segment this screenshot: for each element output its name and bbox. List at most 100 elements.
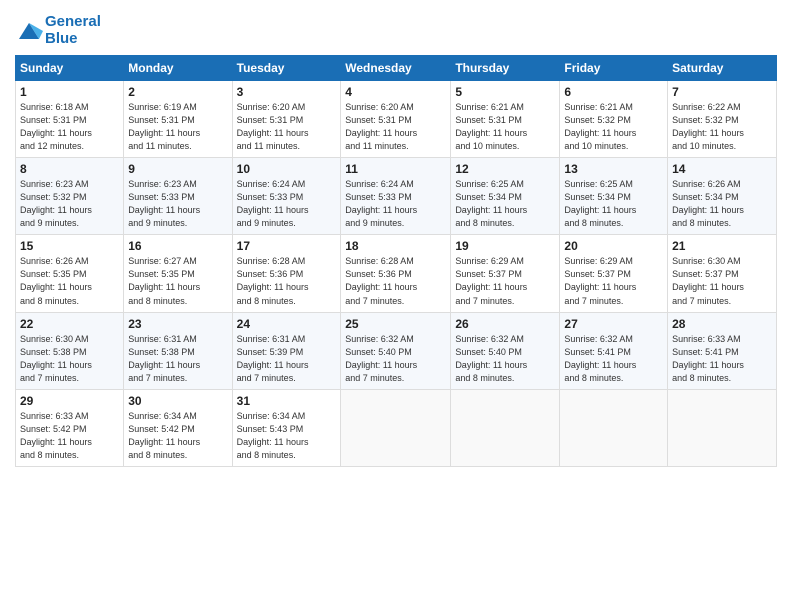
day-info: Sunrise: 6:25 AMSunset: 5:34 PMDaylight:… — [564, 178, 663, 230]
week-row-4: 22 Sunrise: 6:30 AMSunset: 5:38 PMDayligh… — [16, 312, 777, 389]
day-info: Sunrise: 6:29 AMSunset: 5:37 PMDaylight:… — [564, 255, 663, 307]
calendar-body: 1 Sunrise: 6:18 AMSunset: 5:31 PMDaylight… — [16, 81, 777, 467]
day-info: Sunrise: 6:34 AMSunset: 5:43 PMDaylight:… — [237, 410, 337, 462]
day-info: Sunrise: 6:26 AMSunset: 5:34 PMDaylight:… — [672, 178, 772, 230]
day-info: Sunrise: 6:32 AMSunset: 5:41 PMDaylight:… — [564, 333, 663, 385]
day-info: Sunrise: 6:25 AMSunset: 5:34 PMDaylight:… — [455, 178, 555, 230]
day-cell: 13 Sunrise: 6:25 AMSunset: 5:34 PMDayligh… — [560, 158, 668, 235]
day-cell: 15 Sunrise: 6:26 AMSunset: 5:35 PMDayligh… — [16, 235, 124, 312]
day-info: Sunrise: 6:23 AMSunset: 5:32 PMDaylight:… — [20, 178, 119, 230]
day-info: Sunrise: 6:24 AMSunset: 5:33 PMDaylight:… — [237, 178, 337, 230]
day-cell: 21Sunrise: 6:30 AMSunset: 5:37 PMDayligh… — [668, 235, 777, 312]
day-number: 4 — [345, 85, 446, 99]
logo: General Blue — [15, 14, 101, 47]
day-number: 3 — [237, 85, 337, 99]
day-cell: 26 Sunrise: 6:32 AMSunset: 5:40 PMDayligh… — [451, 312, 560, 389]
logo-text: General Blue — [45, 14, 101, 47]
day-number: 21 — [672, 239, 772, 253]
day-number: 7 — [672, 85, 772, 99]
day-cell — [451, 389, 560, 466]
day-info: Sunrise: 6:28 AMSunset: 5:36 PMDaylight:… — [237, 255, 337, 307]
day-cell: 29Sunrise: 6:33 AMSunset: 5:42 PMDayligh… — [16, 389, 124, 466]
day-info: Sunrise: 6:26 AMSunset: 5:35 PMDaylight:… — [20, 255, 119, 307]
day-header-wednesday: Wednesday — [341, 56, 451, 81]
day-number: 20 — [564, 239, 663, 253]
day-info: Sunrise: 6:22 AMSunset: 5:32 PMDaylight:… — [672, 101, 772, 153]
day-cell: 19 Sunrise: 6:29 AMSunset: 5:37 PMDayligh… — [451, 235, 560, 312]
day-cell: 14Sunrise: 6:26 AMSunset: 5:34 PMDayligh… — [668, 158, 777, 235]
page-container: General Blue SundayMondayTuesdayWednesda… — [0, 0, 792, 477]
week-row-2: 8Sunrise: 6:23 AMSunset: 5:32 PMDaylight… — [16, 158, 777, 235]
day-info: Sunrise: 6:30 AMSunset: 5:38 PMDaylight:… — [20, 333, 119, 385]
day-info: Sunrise: 6:18 AMSunset: 5:31 PMDaylight:… — [20, 101, 119, 153]
week-row-5: 29Sunrise: 6:33 AMSunset: 5:42 PMDayligh… — [16, 389, 777, 466]
day-number: 22 — [20, 317, 119, 331]
day-info: Sunrise: 6:20 AMSunset: 5:31 PMDaylight:… — [237, 101, 337, 153]
day-number: 26 — [455, 317, 555, 331]
day-number: 1 — [20, 85, 119, 99]
day-number: 13 — [564, 162, 663, 176]
day-number: 12 — [455, 162, 555, 176]
day-cell: 2Sunrise: 6:19 AMSunset: 5:31 PMDaylight… — [124, 81, 232, 158]
day-number: 17 — [237, 239, 337, 253]
day-number: 31 — [237, 394, 337, 408]
day-number: 30 — [128, 394, 227, 408]
day-cell: 12 Sunrise: 6:25 AMSunset: 5:34 PMDayligh… — [451, 158, 560, 235]
logo-icon — [15, 17, 43, 45]
day-cell: 7 Sunrise: 6:22 AMSunset: 5:32 PMDaylight… — [668, 81, 777, 158]
header: General Blue — [15, 10, 777, 47]
day-header-thursday: Thursday — [451, 56, 560, 81]
day-number: 11 — [345, 162, 446, 176]
day-info: Sunrise: 6:24 AMSunset: 5:33 PMDaylight:… — [345, 178, 446, 230]
day-cell: 4Sunrise: 6:20 AMSunset: 5:31 PMDaylight… — [341, 81, 451, 158]
day-header-friday: Friday — [560, 56, 668, 81]
day-header-saturday: Saturday — [668, 56, 777, 81]
day-number: 25 — [345, 317, 446, 331]
week-row-1: 1 Sunrise: 6:18 AMSunset: 5:31 PMDaylight… — [16, 81, 777, 158]
day-number: 10 — [237, 162, 337, 176]
day-number: 6 — [564, 85, 663, 99]
day-cell: 22 Sunrise: 6:30 AMSunset: 5:38 PMDayligh… — [16, 312, 124, 389]
calendar-header: SundayMondayTuesdayWednesdayThursdayFrid… — [16, 56, 777, 81]
day-info: Sunrise: 6:21 AMSunset: 5:31 PMDaylight:… — [455, 101, 555, 153]
day-cell: 28Sunrise: 6:33 AMSunset: 5:41 PMDayligh… — [668, 312, 777, 389]
day-cell: 17 Sunrise: 6:28 AMSunset: 5:36 PMDayligh… — [232, 235, 341, 312]
week-row-3: 15 Sunrise: 6:26 AMSunset: 5:35 PMDayligh… — [16, 235, 777, 312]
day-cell: 16 Sunrise: 6:27 AMSunset: 5:35 PMDayligh… — [124, 235, 232, 312]
day-info: Sunrise: 6:27 AMSunset: 5:35 PMDaylight:… — [128, 255, 227, 307]
day-info: Sunrise: 6:34 AMSunset: 5:42 PMDaylight:… — [128, 410, 227, 462]
day-number: 15 — [20, 239, 119, 253]
day-cell: 9 Sunrise: 6:23 AMSunset: 5:33 PMDaylight… — [124, 158, 232, 235]
day-cell: 25 Sunrise: 6:32 AMSunset: 5:40 PMDayligh… — [341, 312, 451, 389]
days-header-row: SundayMondayTuesdayWednesdayThursdayFrid… — [16, 56, 777, 81]
day-cell — [341, 389, 451, 466]
calendar-table: SundayMondayTuesdayWednesdayThursdayFrid… — [15, 55, 777, 467]
day-number: 27 — [564, 317, 663, 331]
day-info: Sunrise: 6:32 AMSunset: 5:40 PMDaylight:… — [455, 333, 555, 385]
day-cell: 3 Sunrise: 6:20 AMSunset: 5:31 PMDaylight… — [232, 81, 341, 158]
day-cell: 10 Sunrise: 6:24 AMSunset: 5:33 PMDayligh… — [232, 158, 341, 235]
day-info: Sunrise: 6:32 AMSunset: 5:40 PMDaylight:… — [345, 333, 446, 385]
day-info: Sunrise: 6:21 AMSunset: 5:32 PMDaylight:… — [564, 101, 663, 153]
day-number: 19 — [455, 239, 555, 253]
day-number: 29 — [20, 394, 119, 408]
day-info: Sunrise: 6:23 AMSunset: 5:33 PMDaylight:… — [128, 178, 227, 230]
day-header-monday: Monday — [124, 56, 232, 81]
day-cell: 18Sunrise: 6:28 AMSunset: 5:36 PMDayligh… — [341, 235, 451, 312]
day-number: 9 — [128, 162, 227, 176]
day-header-sunday: Sunday — [16, 56, 124, 81]
day-cell: 5Sunrise: 6:21 AMSunset: 5:31 PMDaylight… — [451, 81, 560, 158]
day-info: Sunrise: 6:28 AMSunset: 5:36 PMDaylight:… — [345, 255, 446, 307]
day-number: 24 — [237, 317, 337, 331]
day-number: 16 — [128, 239, 227, 253]
day-info: Sunrise: 6:29 AMSunset: 5:37 PMDaylight:… — [455, 255, 555, 307]
day-number: 23 — [128, 317, 227, 331]
day-info: Sunrise: 6:31 AMSunset: 5:38 PMDaylight:… — [128, 333, 227, 385]
day-cell: 31 Sunrise: 6:34 AMSunset: 5:43 PMDayligh… — [232, 389, 341, 466]
day-header-tuesday: Tuesday — [232, 56, 341, 81]
day-info: Sunrise: 6:31 AMSunset: 5:39 PMDaylight:… — [237, 333, 337, 385]
day-cell: 8Sunrise: 6:23 AMSunset: 5:32 PMDaylight… — [16, 158, 124, 235]
day-cell — [668, 389, 777, 466]
day-info: Sunrise: 6:19 AMSunset: 5:31 PMDaylight:… — [128, 101, 227, 153]
day-cell: 20 Sunrise: 6:29 AMSunset: 5:37 PMDayligh… — [560, 235, 668, 312]
